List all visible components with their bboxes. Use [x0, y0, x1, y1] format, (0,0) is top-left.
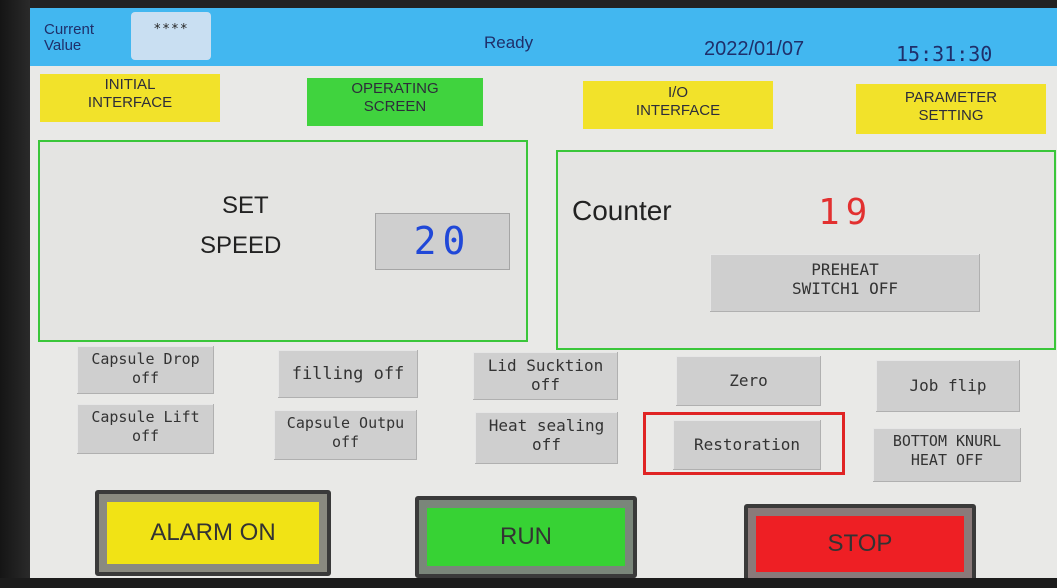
stop-label: STOP	[827, 530, 893, 557]
heat-sealing-button[interactable]: Heat sealing off	[475, 412, 618, 464]
capsule-output-label-1: Capsule Outpu	[286, 414, 405, 432]
capsule-output-label-2: off	[331, 433, 360, 451]
initial-interface-button[interactable]: INITIAL INTERFACE	[40, 74, 220, 122]
job-flip-button[interactable]: Job flip	[876, 360, 1020, 412]
io-interface-button[interactable]: I/O INTERFACE	[583, 81, 773, 129]
heat-sealing-label-2: off	[532, 435, 561, 454]
date-display: 2022/01/07	[704, 38, 805, 60]
alarm-on-label: ALARM ON	[150, 519, 276, 546]
operating-screen-button[interactable]: OPERATING SCREEN	[307, 78, 483, 126]
capsule-lift-label-2: off	[131, 427, 160, 445]
preheat-label-2: SWITCH1 OFF	[792, 279, 898, 298]
set-label: SET	[222, 192, 269, 219]
run-face: RUN	[427, 508, 625, 566]
preheat-label-1: PREHEAT	[811, 260, 879, 279]
capsule-drop-button[interactable]: Capsule Drop off	[77, 346, 214, 394]
bezel-top	[0, 0, 1057, 8]
counter-label: Counter	[572, 195, 672, 226]
initial-interface-label-2: INTERFACE	[87, 94, 173, 111]
machine-state: Ready	[484, 33, 534, 52]
current-value-label: Current Value	[44, 22, 94, 54]
current-value-display: ****	[131, 12, 211, 60]
alarm-on-face: ALARM ON	[107, 502, 319, 564]
capsule-drop-label-2: off	[131, 369, 160, 387]
bottom-knurl-heat-button[interactable]: BOTTOM KNURL HEAT OFF	[873, 428, 1021, 482]
capsule-lift-label-1: Capsule Lift	[91, 408, 200, 426]
bezel-bottom	[0, 578, 1057, 588]
time-display: 15:31:30	[896, 42, 993, 66]
io-interface-label-2: INTERFACE	[635, 102, 721, 119]
bottom-knurl-label-2: HEAT OFF	[910, 451, 984, 469]
lid-suction-button[interactable]: Lid Sucktion off	[473, 352, 618, 400]
parameter-setting-button[interactable]: PARAMETER SETTING	[856, 84, 1046, 134]
run-button[interactable]: RUN	[415, 496, 637, 578]
parameter-setting-label-2: SETTING	[918, 107, 984, 124]
heat-sealing-label-1: Heat sealing	[488, 416, 605, 435]
current-value-label-line1: Current	[44, 21, 95, 38]
operating-screen-label-2: SCREEN	[363, 98, 427, 115]
lid-suction-label-2: off	[531, 375, 560, 394]
stop-face: STOP	[756, 516, 964, 572]
capsule-drop-label-1: Capsule Drop	[91, 350, 200, 368]
bezel-left	[0, 0, 30, 588]
speed-label: SPEED	[200, 232, 282, 259]
bottom-knurl-label-1: BOTTOM KNURL	[892, 432, 1002, 450]
run-label: RUN	[500, 523, 552, 550]
current-value-label-line2: Value	[44, 37, 82, 54]
preheat-switch-button[interactable]: PREHEAT SWITCH1 OFF	[710, 254, 980, 312]
operating-screen-label-1: OPERATING	[351, 80, 439, 97]
io-interface-label-1: I/O	[667, 84, 688, 101]
hmi-screen: Current Value **** Ready 2022/01/07 15:3…	[0, 0, 1057, 588]
zero-button[interactable]: Zero	[676, 356, 821, 406]
initial-interface-label-1: INITIAL	[104, 76, 156, 93]
lid-suction-label-1: Lid Sucktion	[487, 356, 604, 375]
counter-panel	[556, 150, 1056, 350]
parameter-setting-label-1: PARAMETER	[904, 89, 998, 106]
capsule-lift-button[interactable]: Capsule Lift off	[77, 404, 214, 454]
stop-button[interactable]: STOP	[744, 504, 976, 584]
filling-button[interactable]: filling off	[278, 350, 418, 398]
set-speed-input[interactable]: 20	[375, 213, 510, 270]
counter-value: 19	[818, 192, 874, 233]
capsule-output-button[interactable]: Capsule Outpu off	[274, 410, 417, 460]
restoration-highlight-frame	[643, 412, 845, 475]
alarm-on-button[interactable]: ALARM ON	[95, 490, 331, 576]
